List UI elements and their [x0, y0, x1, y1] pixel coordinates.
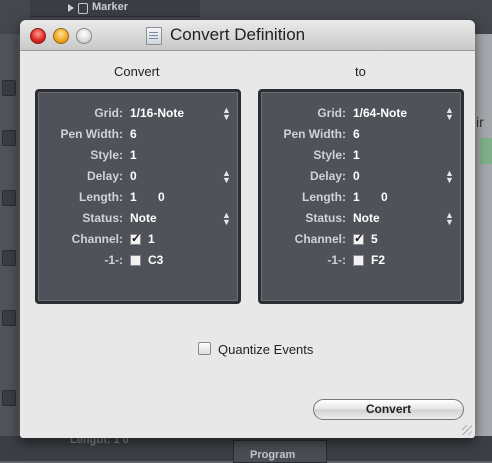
- background-bottom-area: Length: 1 0 Program: [0, 434, 492, 463]
- status-value[interactable]: Note: [130, 211, 157, 225]
- status-label: Status:: [82, 211, 123, 225]
- document-icon: [146, 27, 162, 45]
- channel-value[interactable]: 1: [148, 232, 155, 246]
- delay-label: Delay:: [86, 169, 123, 183]
- length-value[interactable]: 1: [130, 190, 137, 204]
- left-strip-control: [2, 390, 16, 406]
- convert-heading: Convert: [114, 64, 160, 79]
- pitch-value[interactable]: F2: [371, 253, 385, 267]
- length-row: Length: 1 0: [38, 190, 238, 208]
- delay-label: Delay:: [309, 169, 346, 183]
- marker-track-label: Marker: [92, 1, 129, 13]
- pitch-label: -1-:: [104, 253, 123, 267]
- lock-icon: [78, 3, 88, 14]
- left-strip-control: [2, 190, 16, 206]
- title-bar[interactable]: Convert Definition: [20, 20, 475, 51]
- left-strip-control: [2, 130, 16, 146]
- pitch-checkbox[interactable]: [353, 255, 364, 266]
- delay-value[interactable]: 0: [353, 169, 360, 183]
- to-heading: to: [355, 64, 366, 79]
- channel-checkbox[interactable]: [353, 231, 364, 245]
- channel-row: Channel: 5: [261, 231, 461, 250]
- style-row: Style: 1: [261, 148, 461, 166]
- zoom-window-button[interactable]: [76, 28, 92, 44]
- status-value[interactable]: Note: [353, 211, 380, 225]
- pitch-row: -1-: F2: [261, 253, 461, 271]
- grid-row: Grid: 1/16-Note ▲ ▼: [38, 106, 238, 124]
- pitch-checkbox[interactable]: [130, 255, 141, 266]
- marker-track-row: Marker: [30, 0, 200, 17]
- channel-value[interactable]: 5: [371, 232, 378, 246]
- grid-label: Grid:: [317, 106, 346, 120]
- left-strip-control: [2, 250, 16, 266]
- convert-button[interactable]: Convert: [313, 399, 464, 420]
- pen-width-row: Pen Width: 6: [38, 127, 238, 145]
- status-row: Status: Note ▲ ▼: [38, 211, 238, 229]
- convert-definition-window: Convert Definition Convert to Grid: 1/16…: [20, 20, 475, 438]
- background-right-strip: ir: [474, 34, 492, 461]
- delay-row: Delay: 0 ▲ ▼: [38, 169, 238, 187]
- pitch-label: -1-:: [327, 253, 346, 267]
- pen-width-row: Pen Width: 6: [261, 127, 461, 145]
- style-label: Style:: [313, 148, 346, 162]
- status-label: Status:: [305, 211, 346, 225]
- length-value-ticks[interactable]: 0: [381, 190, 388, 204]
- window-title: Convert Definition: [170, 25, 306, 44]
- background-program-label: Program: [250, 449, 296, 461]
- channel-checkbox[interactable]: [130, 231, 141, 245]
- resize-grip-icon[interactable]: [462, 425, 472, 435]
- status-stepper-icon[interactable]: ▲ ▼: [222, 211, 231, 227]
- channel-row: Channel: 1: [38, 231, 238, 250]
- left-strip-control: [2, 310, 16, 326]
- delay-row: Delay: 0 ▲ ▼: [261, 169, 461, 187]
- grid-stepper-icon[interactable]: ▲ ▼: [222, 106, 231, 122]
- minimize-window-button[interactable]: [53, 28, 69, 44]
- style-row: Style: 1: [38, 148, 238, 166]
- pen-width-label: Pen Width:: [60, 127, 123, 141]
- channel-label: Channel:: [294, 232, 346, 246]
- pitch-row: -1-: C3: [38, 253, 238, 271]
- length-row: Length: 1 0: [261, 190, 461, 208]
- grid-value[interactable]: 1/64-Note: [353, 106, 407, 120]
- channel-label: Channel:: [71, 232, 123, 246]
- source-event-panel: Grid: 1/16-Note ▲ ▼ Pen Width: 6 Style: 1…: [35, 89, 241, 304]
- background-program-box: Program: [233, 440, 327, 463]
- length-label: Length:: [79, 190, 123, 204]
- status-row: Status: Note ▲ ▼: [261, 211, 461, 229]
- style-value[interactable]: 1: [353, 148, 360, 162]
- grid-stepper-icon[interactable]: ▲ ▼: [445, 106, 454, 122]
- close-window-button[interactable]: [30, 28, 46, 44]
- target-event-panel: Grid: 1/64-Note ▲ ▼ Pen Width: 6 Style: 1…: [258, 89, 464, 304]
- background-partial-text: ir: [476, 114, 484, 130]
- pen-width-value[interactable]: 6: [353, 127, 360, 141]
- background-left-strip: [0, 34, 18, 461]
- length-value[interactable]: 1: [353, 190, 360, 204]
- background-green-region: [480, 138, 492, 164]
- pen-width-label: Pen Width:: [283, 127, 346, 141]
- delay-value[interactable]: 0: [130, 169, 137, 183]
- status-stepper-icon[interactable]: ▲ ▼: [445, 211, 454, 227]
- disclosure-triangle-icon[interactable]: [68, 4, 74, 12]
- style-value[interactable]: 1: [130, 148, 137, 162]
- length-label: Length:: [302, 190, 346, 204]
- quantize-events-label[interactable]: Quantize Events: [218, 342, 313, 357]
- grid-row: Grid: 1/64-Note ▲ ▼: [261, 106, 461, 124]
- quantize-events-checkbox[interactable]: [198, 342, 211, 355]
- left-strip-control: [2, 80, 16, 96]
- length-value-ticks[interactable]: 0: [158, 190, 165, 204]
- pen-width-value[interactable]: 6: [130, 127, 137, 141]
- pitch-value[interactable]: C3: [148, 253, 163, 267]
- delay-stepper-icon[interactable]: ▲ ▼: [222, 169, 231, 185]
- grid-value[interactable]: 1/16-Note: [130, 106, 184, 120]
- delay-stepper-icon[interactable]: ▲ ▼: [445, 169, 454, 185]
- style-label: Style:: [90, 148, 123, 162]
- grid-label: Grid:: [94, 106, 123, 120]
